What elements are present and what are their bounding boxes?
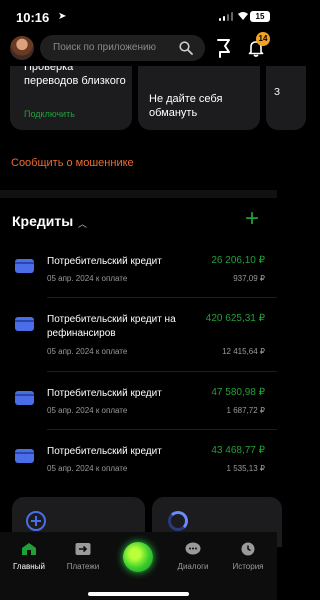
credit-payment: 1 687,72 ₽: [226, 406, 265, 415]
credit-date: 05 апр. 2024 к оплате: [47, 464, 128, 473]
credit-item[interactable]: Потребительский кредит 05 апр. 2024 к оп…: [0, 437, 277, 497]
add-credit-button[interactable]: +: [245, 207, 259, 231]
credit-amount: 47 580,98 ₽: [211, 387, 265, 398]
credit-item[interactable]: Потребительский кредит на рефинансиров 0…: [0, 305, 277, 372]
bottom-tab-bar: Главный Платежи Диалоги История: [0, 532, 277, 600]
payments-icon: [75, 542, 91, 556]
assistant-orb-icon[interactable]: [123, 542, 153, 572]
wifi-icon: [237, 11, 249, 24]
home-indicator[interactable]: [88, 592, 189, 596]
promo-card-transfer-check[interactable]: Проверка переводов близкого Подключить: [10, 66, 132, 130]
credit-payment: 937,09 ₽: [233, 274, 265, 283]
battery-icon: 15: [250, 11, 270, 22]
credit-date: 05 апр. 2024 к оплате: [47, 347, 128, 356]
search-placeholder: Поиск по приложению: [53, 42, 157, 53]
tab-payments[interactable]: Платежи: [58, 542, 108, 571]
report-fraud-link[interactable]: Сообщить о мошеннике: [11, 157, 134, 169]
section-divider: [0, 190, 277, 198]
home-icon: [21, 542, 37, 556]
search-input[interactable]: Поиск по приложению: [40, 35, 205, 61]
credit-item[interactable]: Потребительский кредит 05 апр. 2024 к оп…: [0, 247, 277, 307]
status-bar: 10:16 ➤ 15: [0, 0, 277, 34]
credit-card-icon: [15, 391, 34, 405]
promo-card-fraud[interactable]: Не дайте себя обмануть: [138, 66, 260, 130]
credit-payment: 1 535,13 ₽: [226, 464, 265, 473]
row-separator: [47, 429, 277, 430]
credit-item[interactable]: Потребительский кредит 05 апр. 2024 к оп…: [0, 379, 277, 439]
credit-amount: 26 206,10 ₽: [211, 255, 265, 266]
top-bar: Поиск по приложению 14: [0, 32, 277, 62]
credit-amount: 420 625,31 ₽: [205, 313, 265, 324]
credits-title[interactable]: Кредиты: [12, 213, 73, 229]
credit-card-icon: [15, 259, 34, 273]
flag-icon[interactable]: [213, 38, 233, 58]
tab-label: Платежи: [66, 562, 100, 571]
promo-text: Не дайте себя обмануть: [149, 93, 223, 119]
credit-name: Потребительский кредит: [47, 446, 162, 457]
credits-header: Кредиты ︿ +: [0, 207, 277, 234]
credit-name: Потребительский кредит: [47, 388, 162, 399]
promo-text: З: [274, 87, 281, 98]
chevron-up-icon[interactable]: ︿: [78, 217, 87, 230]
tab-dialogs[interactable]: Диалоги: [168, 542, 218, 571]
row-separator: [47, 297, 277, 298]
loading-spinner-icon: [168, 511, 188, 531]
credit-amount: 43 468,77 ₽: [211, 445, 265, 456]
credit-name: Потребительский кредит: [47, 256, 162, 267]
row-separator: [47, 371, 277, 372]
credit-date: 05 апр. 2024 к оплате: [47, 406, 128, 415]
promo-card-partial[interactable]: З: [266, 66, 306, 130]
promo-connect-link[interactable]: Подключить: [24, 109, 75, 119]
avatar[interactable]: [10, 36, 34, 60]
tab-label: История: [232, 562, 264, 571]
chat-icon: [185, 542, 201, 556]
plus-circle-icon: [26, 511, 46, 531]
location-arrow-icon: ➤: [58, 11, 67, 22]
signal-icon: [219, 12, 233, 21]
tab-home[interactable]: Главный: [4, 542, 54, 571]
tab-label: Главный: [13, 562, 45, 571]
credit-date: 05 апр. 2024 к оплате: [47, 274, 128, 283]
credit-card-icon: [15, 449, 34, 463]
promo-text: Проверка переводов близкого: [24, 66, 126, 87]
clock-icon: [240, 542, 256, 556]
notification-badge: 14: [256, 32, 270, 46]
credit-card-icon: [15, 317, 34, 331]
tab-history[interactable]: История: [223, 542, 273, 571]
search-icon: [179, 41, 193, 55]
tab-label: Диалоги: [177, 562, 209, 571]
clock-time: 10:16: [16, 10, 50, 25]
promo-carousel[interactable]: Проверка переводов близкого Подключить Н…: [0, 66, 306, 132]
credit-payment: 12 415,64 ₽: [222, 347, 265, 356]
credit-name: Потребительский кредит на рефинансиров: [47, 314, 176, 339]
